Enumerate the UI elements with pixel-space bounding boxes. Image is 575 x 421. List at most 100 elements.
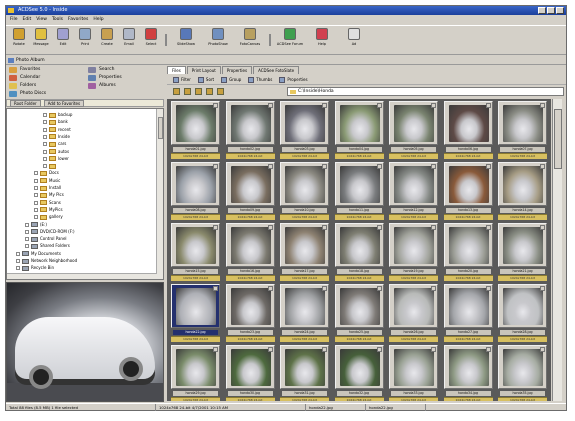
group-button[interactable]: Group [221, 76, 241, 83]
tree-node[interactable]: cars [43, 140, 66, 148]
menu-item-view[interactable]: View [36, 16, 47, 24]
tree-node[interactable]: lower [43, 155, 69, 163]
thumbnail-item[interactable]: honda18.jpg 1024x768 24-bit [334, 223, 384, 284]
forward-icon[interactable] [184, 88, 191, 95]
menu-item-help[interactable]: Help [93, 16, 103, 24]
thumbnail-item[interactable]: honda32.jpg 1024x768 24-bit [334, 345, 384, 401]
tree-node[interactable]: Music [34, 177, 60, 185]
tree-node[interactable]: bank [43, 118, 68, 126]
tree-node[interactable]: Inside [43, 133, 70, 141]
tree-node[interactable]: autos [43, 148, 69, 156]
home-icon[interactable] [217, 88, 224, 95]
expand-toggle-icon[interactable] [43, 142, 47, 147]
thumbnail-item[interactable]: honda08.jpg 1024x768 24-bit [171, 162, 220, 223]
expand-toggle-icon[interactable] [34, 200, 38, 205]
acdsee-forum-button[interactable]: ACDSee Forum [274, 26, 306, 54]
thumbnail-item[interactable]: honda19.jpg 1024x768 24-bit [389, 223, 438, 284]
fotocanvas-button[interactable]: FotoCanvas [234, 26, 266, 54]
scroll-thumb[interactable] [554, 109, 562, 169]
expand-toggle-icon[interactable] [34, 193, 38, 198]
tab-print-layout[interactable]: Print Layout [186, 66, 221, 74]
select-button[interactable]: Select [140, 26, 162, 54]
minimize-button[interactable] [538, 7, 546, 14]
rotate-button[interactable]: Rotate [8, 26, 30, 54]
tree-node[interactable]: My Pics [34, 191, 64, 199]
thumbnail-item[interactable]: honda17.jpg 1024x768 24-bit [280, 223, 329, 284]
back-icon[interactable] [173, 88, 180, 95]
expand-toggle-icon[interactable] [25, 244, 29, 249]
thumbnail-item[interactable]: honda13.jpg 1024x768 24-bit [443, 162, 493, 223]
thumbnail-item[interactable]: honda07.jpg 1024x768 24-bit [498, 101, 547, 162]
expand-toggle-icon[interactable] [43, 127, 47, 132]
tree-node[interactable]: Scans [34, 199, 61, 207]
thumbnail-item[interactable]: honda03.jpg 1024x768 24-bit [280, 101, 329, 162]
thumbnail-item[interactable]: honda15.jpg 1024x768 24-bit [171, 223, 220, 284]
thumbnail-item[interactable]: honda01.jpg 1024x768 24-bit [171, 101, 220, 162]
nav-tab-albums[interactable]: Albums [85, 82, 164, 90]
expand-toggle-icon[interactable] [43, 120, 47, 125]
menu-item-file[interactable]: File [10, 16, 18, 24]
expand-toggle-icon[interactable] [16, 259, 20, 263]
tree-node[interactable]: MyPics [34, 206, 63, 214]
filter-button[interactable]: Filter [173, 76, 191, 83]
grid-vertical-scrollbar[interactable] [552, 99, 562, 401]
tree-node[interactable]: Network Neighborhood [16, 257, 77, 265]
tree-node[interactable]: Recycle Bin [16, 264, 54, 272]
tab-properties[interactable]: Properties [221, 66, 253, 74]
expand-toggle-icon[interactable] [25, 237, 29, 242]
thumbnail-item[interactable]: honda28.jpg 1024x768 24-bit [498, 284, 547, 345]
tree-node[interactable]: Shared Folders [25, 242, 70, 250]
thumbs-button[interactable]: Thumbs [248, 76, 272, 83]
message-button[interactable]: Message [30, 26, 52, 54]
expand-toggle-icon[interactable] [43, 156, 47, 161]
tree-node[interactable]: Install [34, 184, 61, 192]
thumbnail-item[interactable]: honda02.jpg 1024x768 24-bit [225, 101, 275, 162]
path-field[interactable]: C:\Inside\Honda [287, 87, 564, 96]
nav-tab-properties[interactable]: Properties [85, 74, 164, 82]
create-button[interactable]: Create [96, 26, 118, 54]
thumbnail-item[interactable]: honda30.jpg 1024x768 24-bit [225, 345, 275, 401]
nav-tab-calendar[interactable]: Calendar [6, 74, 85, 82]
edit-button[interactable]: Edit [52, 26, 74, 54]
nav-tab-photo-discs[interactable]: Photo Discs [6, 90, 85, 98]
expand-toggle-icon[interactable] [43, 113, 47, 117]
tree-node[interactable]: DVD/CD-ROM (F:) [25, 228, 75, 236]
ad-button[interactable]: Ad [338, 26, 370, 54]
thumbnail-item[interactable]: honda29.jpg 1024x768 24-bit [171, 345, 220, 401]
expand-toggle-icon[interactable] [16, 266, 20, 271]
tree-node[interactable]: Docs [34, 169, 59, 177]
tree-node[interactable]: backup [43, 111, 72, 119]
thumbnail-item[interactable]: honda09.jpg 1024x768 24-bit [225, 162, 275, 223]
thumbnail-item[interactable]: honda10.jpg 1024x768 24-bit [280, 162, 329, 223]
nav-tab-folders[interactable]: Folders [6, 82, 85, 90]
email-button[interactable]: Email [118, 26, 140, 54]
properties-button[interactable]: Properties [279, 76, 308, 83]
tree-node[interactable]: My Documents [16, 250, 61, 258]
expand-toggle-icon[interactable] [34, 186, 38, 190]
expand-toggle-icon[interactable] [25, 229, 29, 234]
expand-toggle-icon[interactable] [34, 178, 38, 183]
photoshow-button[interactable]: PhotoShow [202, 26, 234, 54]
tree-node[interactable]: (E:) [25, 221, 47, 229]
thumbnail-item[interactable]: honda22.jpg 1024x768 24-bit [171, 284, 220, 345]
thumbnail-item[interactable]: honda24.jpg 1024x768 24-bit [280, 284, 329, 345]
close-button[interactable] [556, 7, 564, 14]
tree-node[interactable]: Control Panel [25, 235, 67, 243]
tree-vertical-scrollbar[interactable] [156, 109, 163, 279]
expand-toggle-icon[interactable] [34, 171, 38, 176]
slideshow-button[interactable]: SlideShow [170, 26, 202, 54]
thumbnail-item[interactable]: honda25.jpg 1024x768 24-bit [334, 284, 384, 345]
menu-item-edit[interactable]: Edit [23, 16, 32, 24]
thumbnail-item[interactable]: honda11.jpg 1024x768 24-bit [334, 162, 384, 223]
thumbnail-item[interactable]: honda20.jpg 1024x768 24-bit [443, 223, 493, 284]
tab-acdsee-fotoslate[interactable]: ACDSee FotoSlate [253, 66, 300, 74]
expand-toggle-icon[interactable] [34, 215, 38, 220]
maximize-button[interactable] [547, 7, 555, 14]
thumbnail-item[interactable]: honda06.jpg 1024x768 24-bit [443, 101, 493, 162]
up-folder-icon[interactable] [195, 88, 202, 95]
tree-node[interactable]: recent [43, 126, 71, 134]
expand-toggle-icon[interactable] [43, 134, 47, 139]
sort-button[interactable]: Sort [197, 76, 214, 83]
menu-item-favorites[interactable]: Favorites [68, 16, 88, 24]
thumbnail-item[interactable]: honda35.jpg 1024x768 24-bit [498, 345, 547, 401]
